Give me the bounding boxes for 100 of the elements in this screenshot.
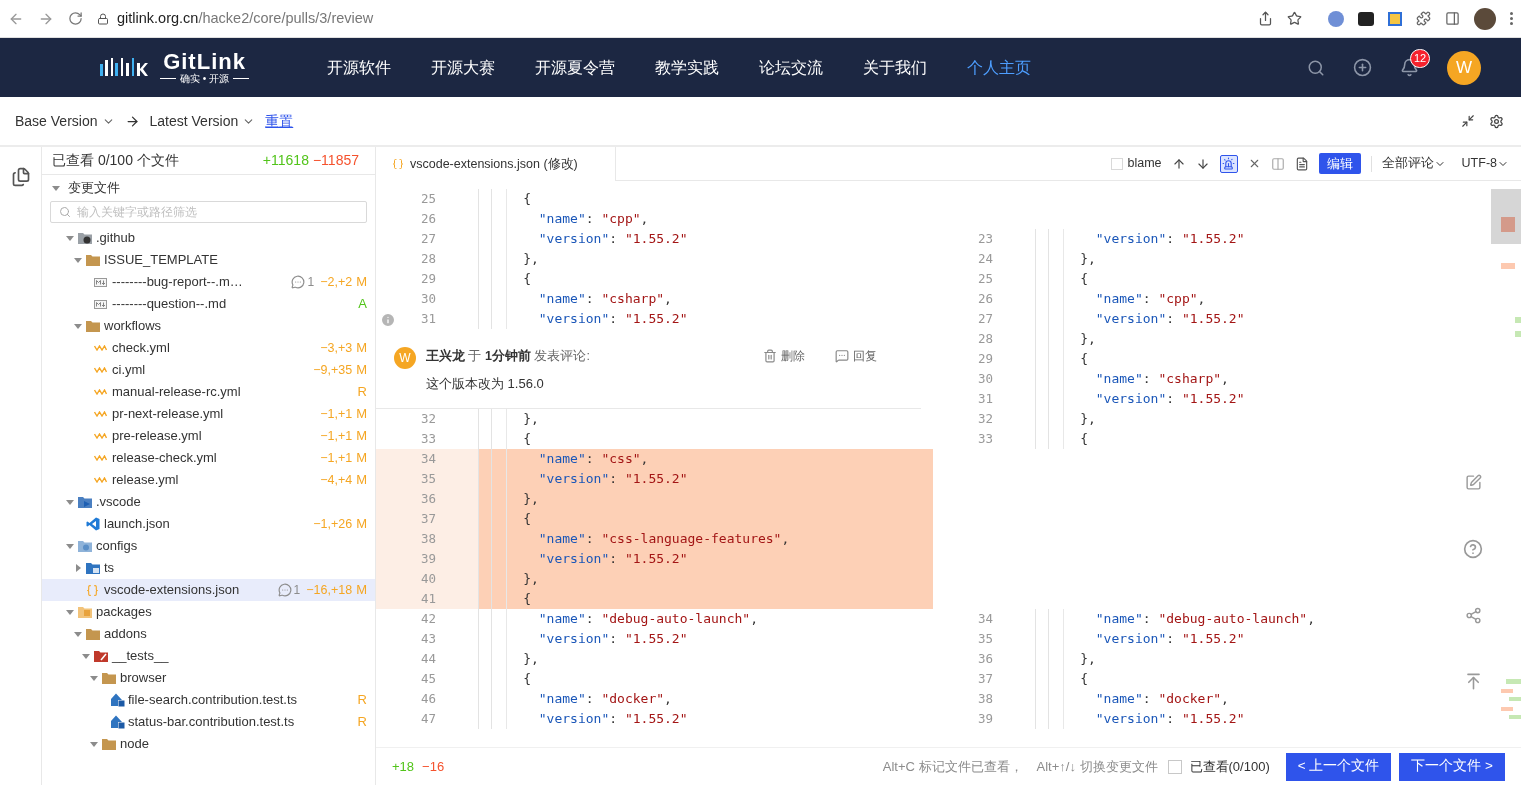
- filter-field[interactable]: 输入关键字或路径筛选: [50, 201, 367, 223]
- nav-link[interactable]: 开源夏令营: [535, 55, 615, 80]
- line-stat: −2,+2: [320, 273, 353, 291]
- section-title[interactable]: 变更文件: [68, 178, 120, 198]
- tree-item[interactable]: .vscode: [42, 491, 375, 513]
- caret-icon[interactable]: [74, 322, 82, 330]
- tree-item[interactable]: ts: [42, 557, 375, 579]
- code-line: "name": "cpp",: [1094, 290, 1206, 309]
- tree-item[interactable]: manual-release-rc.yml R: [42, 381, 375, 403]
- tree-item[interactable]: release.yml −4,+4 M: [42, 469, 375, 491]
- tree-item[interactable]: ci.yml −9,+35 M: [42, 359, 375, 381]
- tree-item[interactable]: configs: [42, 535, 375, 557]
- nav-link[interactable]: 开源软件: [327, 55, 391, 80]
- tree-item[interactable]: file-search.contribution.test.ts R: [42, 689, 375, 711]
- help-icon[interactable]: [1463, 539, 1483, 559]
- delete-button[interactable]: 删除: [763, 347, 805, 366]
- tree-item[interactable]: check.yml −3,+3 M: [42, 337, 375, 359]
- tree-item[interactable]: pre-release.yml −1,+1 M: [42, 425, 375, 447]
- comment-marker-icon[interactable]: [380, 312, 396, 328]
- alarm-toggle[interactable]: [1219, 154, 1238, 173]
- tree-item[interactable]: --------question--.md A: [42, 293, 375, 315]
- line-stat: −4,+4: [320, 471, 353, 489]
- caret-icon[interactable]: [66, 234, 74, 242]
- braces-icon: [392, 158, 404, 170]
- folder-icon: [86, 628, 100, 640]
- nav-link[interactable]: 开源大赛: [431, 55, 495, 80]
- profile-avatar[interactable]: [1474, 7, 1496, 30]
- tree-item[interactable]: ISSUE_TEMPLATE: [42, 249, 375, 271]
- split-view-icon[interactable]: [1270, 156, 1285, 171]
- tree-item[interactable]: --------bug-report--.m… 1 −2,+2 M: [42, 271, 375, 293]
- file-icon[interactable]: [1294, 156, 1309, 171]
- caret-icon[interactable]: [66, 608, 74, 616]
- code-line: {: [1079, 350, 1088, 369]
- reset-link[interactable]: 重置: [265, 110, 294, 132]
- side-panel-icon[interactable]: [1445, 11, 1460, 26]
- file-name: configs: [96, 537, 139, 556]
- star-icon[interactable]: [1287, 11, 1302, 26]
- file-name: .vscode: [96, 493, 142, 512]
- blame-label: blame: [1127, 155, 1162, 173]
- file-tab[interactable]: vscode-extensions.json (修改): [376, 147, 616, 181]
- tree-item[interactable]: addons: [42, 623, 375, 645]
- base-version-dropdown[interactable]: Base Version: [15, 110, 115, 132]
- previous-change-icon[interactable]: [1171, 156, 1186, 171]
- tree-item[interactable]: packages: [42, 601, 375, 623]
- status-letter: M: [356, 361, 367, 380]
- extension-icon[interactable]: [1358, 11, 1374, 26]
- caret-icon[interactable]: [74, 256, 82, 264]
- search-icon[interactable]: [1307, 58, 1325, 77]
- tree-item[interactable]: release-check.yml −1,+1 M: [42, 447, 375, 469]
- file-name: pre-release.yml: [112, 427, 203, 446]
- tree-item[interactable]: .github: [42, 227, 375, 249]
- file-name: packages: [96, 603, 153, 622]
- settings-icon[interactable]: [1489, 113, 1504, 129]
- nav-link[interactable]: 个人主页: [967, 55, 1031, 80]
- encoding-dropdown[interactable]: UTF-8: [1461, 154, 1509, 173]
- caret-icon[interactable]: [52, 184, 60, 192]
- tree-item[interactable]: pr-next-release.yml −1,+1 M: [42, 403, 375, 425]
- caret-icon[interactable]: [74, 630, 82, 638]
- status-letter: A: [358, 295, 367, 314]
- nav-link[interactable]: 教学实践: [655, 55, 719, 80]
- tree-item[interactable]: node: [42, 733, 375, 755]
- tree-item[interactable]: status-bar.contribution.test.ts R: [42, 711, 375, 733]
- file-name: manual-release-rc.yml: [112, 383, 242, 402]
- reload-icon[interactable]: [68, 11, 83, 26]
- add-icon[interactable]: [1353, 58, 1372, 77]
- viewed-checkbox[interactable]: [1167, 759, 1182, 774]
- latest-version-dropdown[interactable]: Latest Version: [149, 110, 256, 132]
- caret-icon[interactable]: [82, 652, 90, 660]
- tree-item[interactable]: launch.json −1,+26 M: [42, 513, 375, 535]
- tree-item[interactable]: browser: [42, 667, 375, 689]
- note-icon[interactable]: [1464, 474, 1482, 491]
- caret-icon[interactable]: [90, 740, 98, 748]
- caret-icon[interactable]: [74, 564, 82, 572]
- caret-icon[interactable]: [66, 498, 74, 506]
- shrink-icon[interactable]: [1461, 114, 1475, 128]
- caret-icon[interactable]: [66, 542, 74, 550]
- tree-item[interactable]: workflows: [42, 315, 375, 337]
- blame-checkbox[interactable]: [1110, 157, 1123, 170]
- reply-button[interactable]: 回复: [835, 347, 877, 366]
- code-line: },: [1079, 410, 1096, 429]
- tree-item[interactable]: vscode-extensions.json 1 −16,+18 M: [42, 579, 375, 601]
- caret-icon[interactable]: [90, 674, 98, 682]
- next-change-icon[interactable]: [1195, 156, 1210, 171]
- next-file-button[interactable]: 下一个文件 >: [1399, 752, 1505, 781]
- puzzle-icon[interactable]: [1416, 11, 1431, 26]
- line-number: 37: [419, 509, 436, 528]
- nav-link[interactable]: 论坛交流: [759, 55, 823, 80]
- comments-filter-dropdown[interactable]: 全部评论: [1381, 154, 1446, 173]
- nav-link[interactable]: 关于我们: [863, 55, 927, 80]
- address-bar[interactable]: gitlink.org.cn/hacke2/core/pulls/3/review: [117, 7, 374, 30]
- share-icon[interactable]: [1258, 11, 1273, 26]
- tree-item[interactable]: __tests__: [42, 645, 375, 667]
- line-number: 29: [976, 349, 993, 368]
- code-line: "name": "cpp",: [537, 210, 649, 229]
- previous-file-button[interactable]: < 上一个文件: [1285, 752, 1392, 781]
- code-line: },: [522, 490, 539, 509]
- more-icon[interactable]: [1510, 12, 1513, 25]
- line-number: 44: [419, 649, 436, 668]
- edit-button[interactable]: 编辑: [1318, 153, 1361, 174]
- files-icon[interactable]: [10, 167, 31, 187]
